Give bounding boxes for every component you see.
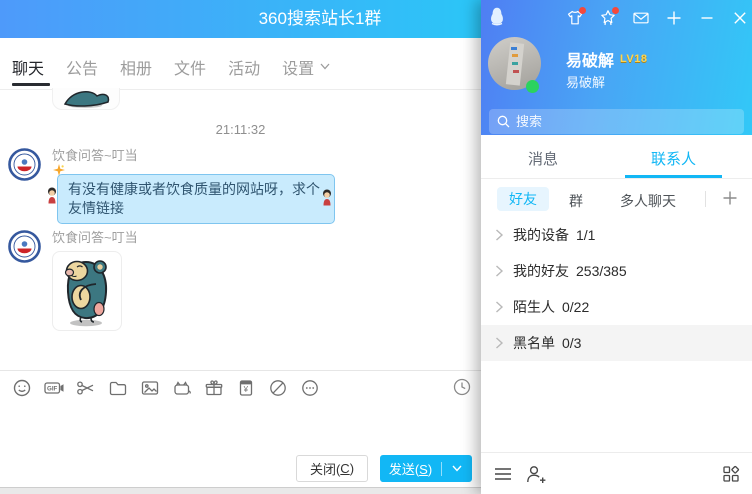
send-options-button[interactable]: [442, 465, 472, 472]
more-icon[interactable]: [300, 378, 320, 398]
group-row-strangers[interactable]: 陌生人 0/22: [481, 289, 752, 325]
plus-icon[interactable]: [665, 9, 683, 27]
group-row-my-friends[interactable]: 我的好友 253/385: [481, 253, 752, 289]
message-bubble[interactable]: 有没有健康或者饮食质量的网站呀，求个友情链接: [57, 174, 335, 224]
profile-signature[interactable]: 易破解: [566, 72, 605, 91]
folder-icon[interactable]: [108, 378, 128, 398]
online-status-dot: [526, 80, 539, 93]
active-tab-underline: [625, 175, 722, 178]
message-timestamp: 21:11:32: [215, 122, 266, 137]
tab-messages[interactable]: 消息: [528, 148, 558, 169]
image-icon[interactable]: [140, 378, 160, 398]
sender-avatar[interactable]: [8, 148, 41, 181]
group-row-my-devices[interactable]: 我的设备 1/1: [481, 217, 752, 253]
group-count: 253/385: [576, 263, 627, 279]
panel-header: 易破解 LV18 易破解: [481, 0, 752, 135]
medal-star-icon[interactable]: [599, 7, 619, 27]
profile-name[interactable]: 易破解: [566, 47, 614, 71]
chevron-down-icon: [452, 465, 462, 472]
contacts-subtabs: 好友 群 多人聊天: [481, 179, 752, 219]
chevron-right-icon: [496, 265, 504, 277]
add-group-button[interactable]: [721, 189, 739, 207]
search-icon: [497, 115, 510, 128]
sticker-foot-icon: [63, 91, 110, 108]
sender-name: 饮食问答~叮当: [52, 148, 138, 163]
sender-name: 饮食问答~叮当: [52, 230, 138, 245]
search-input[interactable]: [516, 114, 736, 129]
svg-text:GIF: GIF: [47, 385, 58, 392]
dressup-icon[interactable]: [566, 7, 586, 27]
close-icon[interactable]: [731, 9, 749, 27]
chevron-right-icon: [496, 301, 504, 313]
panel-main-tabs: 消息 联系人: [481, 135, 752, 179]
history-clock-icon[interactable]: [452, 377, 472, 397]
send-button[interactable]: 发送(S): [380, 455, 472, 482]
panel-window-icons: [566, 7, 749, 27]
gift-icon[interactable]: [204, 378, 224, 398]
red-packet-icon[interactable]: ¥: [236, 378, 256, 398]
sticker-message[interactable]: [52, 251, 122, 331]
bubble-girl-right-icon: [323, 189, 331, 206]
gif-icon[interactable]: GIF: [44, 378, 64, 398]
send-label: 发送(S): [388, 462, 433, 477]
group-count: 0/22: [562, 299, 590, 315]
tab-announcement[interactable]: 公告: [66, 44, 98, 89]
chevron-right-icon: [496, 229, 504, 241]
minimize-icon[interactable]: [698, 9, 716, 27]
tab-album[interactable]: 相册: [120, 44, 152, 89]
close-button[interactable]: 关闭(C): [296, 455, 368, 482]
bubble-girl-left-icon: [48, 187, 56, 204]
tab-chat[interactable]: 聊天: [12, 44, 51, 89]
tab-files[interactable]: 文件: [174, 44, 206, 89]
screenshot-icon[interactable]: [76, 378, 96, 398]
partial-sticker-bubble[interactable]: [52, 88, 120, 110]
subtab-friends[interactable]: 好友: [497, 187, 549, 211]
subtab-divider: [705, 191, 706, 207]
teal-monkey-sticker-icon: [64, 260, 108, 327]
chevron-right-icon: [496, 337, 504, 349]
subtab-groups[interactable]: 群: [569, 191, 583, 211]
contact-group-list: 我的设备 1/1 我的好友 253/385 陌生人 0/22 黑名单 0/3: [481, 217, 752, 361]
tab-settings[interactable]: 设置: [282, 44, 330, 89]
subtab-multichat[interactable]: 多人聊天: [620, 191, 676, 211]
sender-avatar[interactable]: [8, 230, 41, 263]
prohibit-icon[interactable]: [268, 378, 288, 398]
group-row-blacklist[interactable]: 黑名单 0/3: [481, 325, 752, 361]
main-menu-icon[interactable]: [493, 465, 513, 483]
svg-text:¥: ¥: [243, 384, 249, 393]
add-contact-icon[interactable]: [525, 464, 547, 484]
tab-contacts[interactable]: 联系人: [651, 148, 696, 169]
desktop: 360搜索站长1群 聊天 公告 相册 文件 活动 设置 21:11:32 饮食问…: [0, 0, 752, 494]
tab-activity[interactable]: 活动: [228, 44, 260, 89]
search-bar[interactable]: [489, 109, 744, 134]
app-grid-icon[interactable]: [722, 465, 740, 483]
sticker-bag-icon[interactable]: [172, 378, 192, 398]
panel-footer: [481, 452, 752, 494]
group-count: 0/3: [562, 335, 582, 351]
qq-main-panel: 易破解 LV18 易破解 消息 联系人 好友 群 多人聊天: [481, 0, 752, 494]
level-badge: LV18: [620, 53, 648, 65]
qq-penguin-icon: [491, 7, 503, 26]
group-count: 1/1: [576, 227, 596, 243]
mail-icon[interactable]: [632, 9, 650, 27]
emoji-icon[interactable]: [12, 378, 32, 398]
chevron-down-icon: [320, 63, 330, 70]
